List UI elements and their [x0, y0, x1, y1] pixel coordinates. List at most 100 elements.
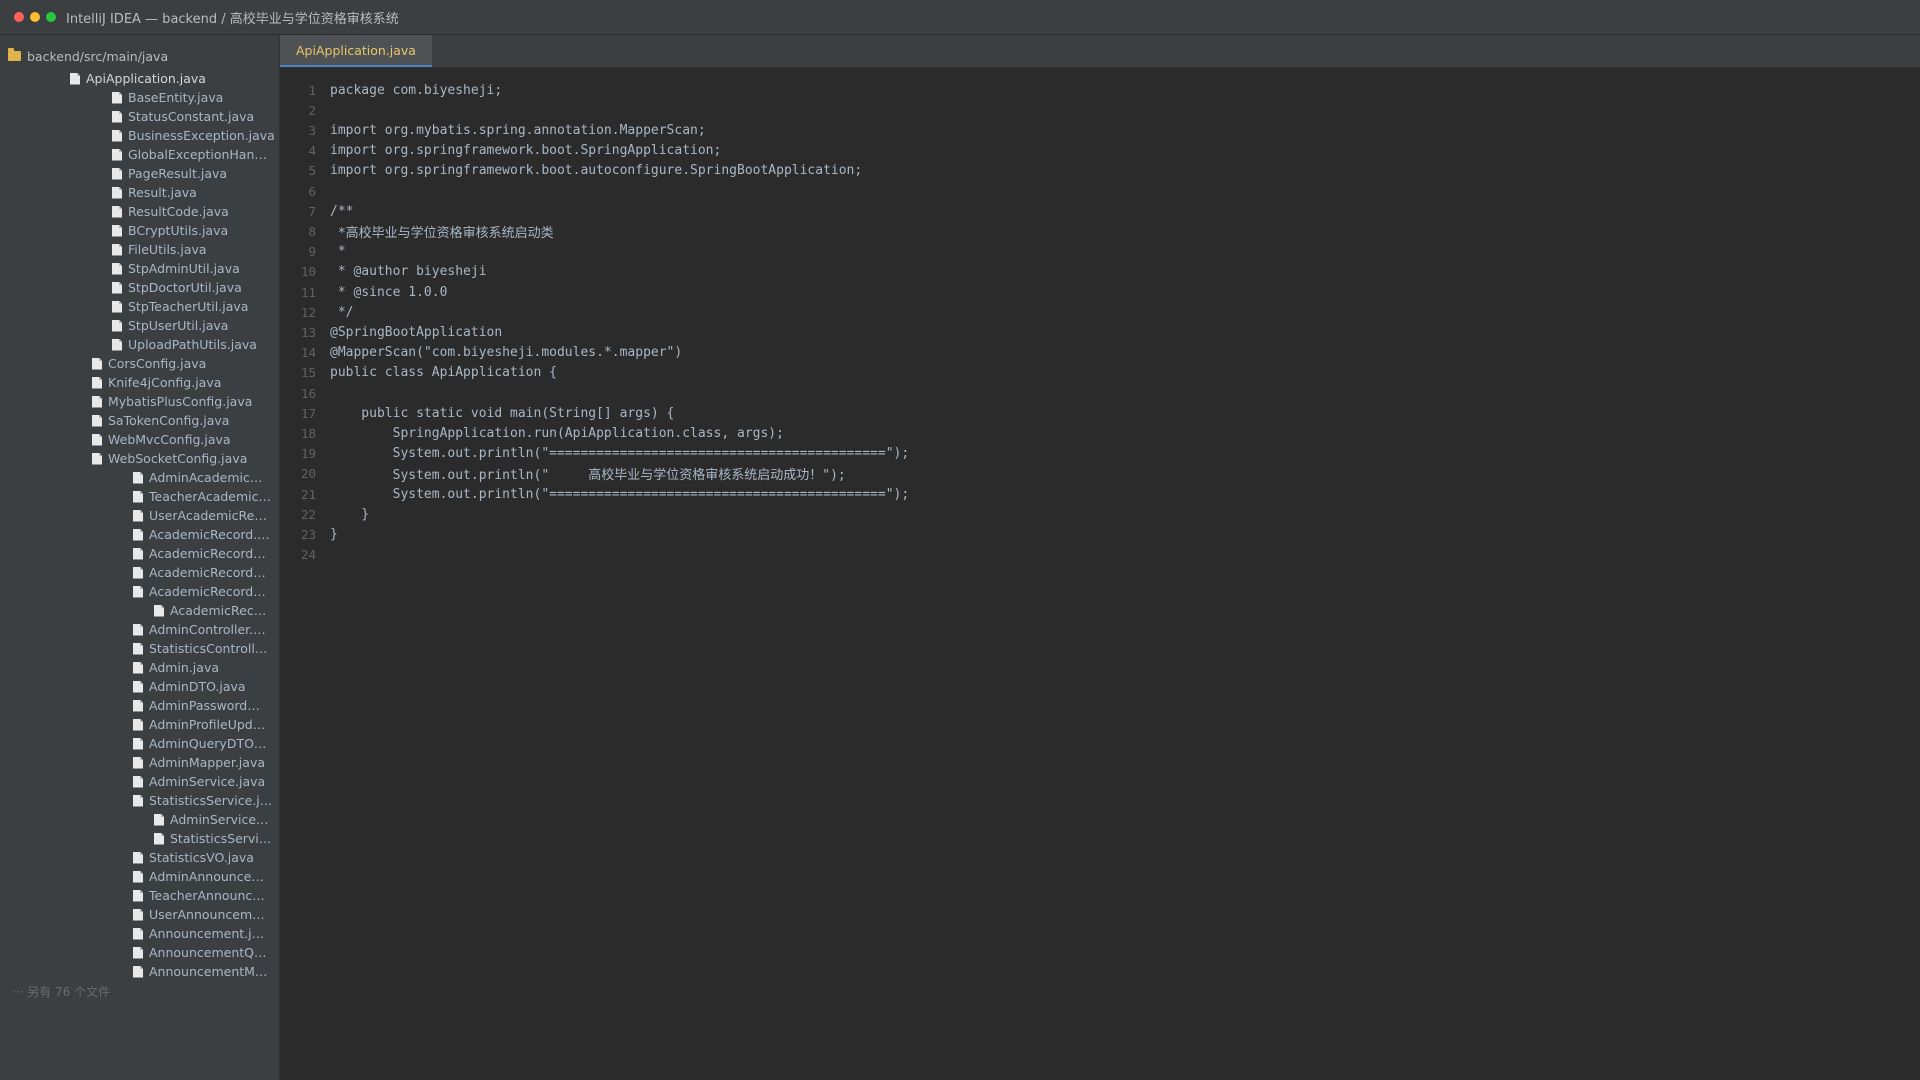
maximize-window-button[interactable] — [46, 12, 56, 22]
code-line: 11 * @since 1.0.0 — [280, 282, 1920, 302]
java-file-icon — [133, 965, 143, 978]
tree-item[interactable]: AnnouncementQ… — [133, 943, 266, 962]
code-line: 5 import org.springframework.boot.autocon… — [280, 161, 1920, 181]
tree-item[interactable]: Admin.java — [133, 658, 219, 677]
line-number: 14 — [300, 345, 316, 361]
tree-item[interactable]: AdminDTO.java — [133, 677, 246, 696]
tree-item-label: StpTeacherUtil.java — [128, 299, 249, 314]
tree-item[interactable]: StatisticsServi… — [154, 829, 271, 848]
tree-item[interactable]: SaTokenConfig.java — [92, 411, 229, 430]
tree-item[interactable]: TeacherAnnounc… — [133, 886, 265, 905]
code-line: 7 /** — [280, 201, 1920, 221]
tree-item-label: AdminService.java — [149, 774, 266, 789]
tree-item-label: StpAdminUtil.java — [128, 261, 240, 276]
tree-item[interactable]: BusinessException.java — [112, 126, 275, 145]
tree-item[interactable]: AnnouncementM… — [133, 962, 267, 981]
code-line: 2 — [280, 100, 1920, 120]
tree-item[interactable]: AdminQueryDTO… — [133, 734, 266, 753]
tree-item-label: PageResult.java — [128, 166, 228, 181]
tree-item[interactable]: AcademicRecord… — [133, 582, 266, 601]
tree-item[interactable]: AdminMapper.java — [133, 753, 265, 772]
code-text: System.out.println("====================… — [330, 446, 910, 462]
tree-item[interactable]: UserAcademicRe… — [133, 506, 267, 525]
java-file-icon — [112, 243, 122, 256]
java-file-icon — [133, 623, 143, 636]
tree-item[interactable]: UserAnnouncem… — [133, 905, 265, 924]
tree-item[interactable]: StatusConstant.java — [112, 107, 254, 126]
code-line: 17 public static void main(String[] args… — [280, 403, 1920, 423]
tree-item-label: AcademicRecord… — [149, 584, 266, 599]
tab-api-application[interactable]: ApiApplication.java — [280, 35, 432, 67]
tree-item[interactable]: WebMvcConfig.java — [92, 430, 231, 449]
code-line: 6 — [280, 181, 1920, 201]
code-line: 3 import org.mybatis.spring.annotation.Ma… — [280, 120, 1920, 140]
tree-item[interactable]: PageResult.java — [112, 164, 227, 183]
tree-item[interactable]: TeacherAcademic… — [133, 487, 271, 506]
tree-item[interactable]: BCryptUtils.java — [112, 221, 228, 240]
project-root[interactable]: backend/src/main/java — [8, 47, 168, 65]
tree-item-label: SaTokenConfig.java — [108, 413, 230, 428]
tree-item[interactable]: BaseEntity.java — [112, 88, 223, 107]
line-number: 21 — [300, 486, 316, 502]
tree-item[interactable]: FileUtils.java — [112, 240, 207, 259]
java-file-icon — [92, 452, 102, 465]
tree-item-label: FileUtils.java — [128, 242, 207, 257]
java-file-icon — [92, 357, 102, 370]
tree-item[interactable]: Announcement.j… — [133, 924, 264, 943]
tree-item-label: AdminPassword… — [149, 698, 260, 713]
tree-item[interactable]: ResultCode.java — [112, 202, 229, 221]
tree-item-label: UserAcademicRe… — [149, 508, 267, 523]
tree-item-label: StatisticsService.j… — [149, 793, 273, 808]
tree-item[interactable]: StpUserUtil.java — [112, 316, 228, 335]
tree-item[interactable]: AdminService.java — [133, 772, 265, 791]
ide-window: IntelliJ IDEA — backend / 高校毕业与学位资格审核系统 … — [0, 0, 1920, 1080]
code-line: 21 System.out.println("=================… — [280, 484, 1920, 504]
tree-item[interactable]: AdminAnnounce… — [133, 867, 264, 886]
tree-item[interactable]: AcademicRec… — [154, 601, 266, 620]
minimize-window-button[interactable] — [30, 12, 40, 22]
code-text: } — [330, 526, 338, 542]
tree-item[interactable]: AdminAcademic… — [133, 468, 262, 487]
code-line: 18 SpringApplication.run(ApiApplication.… — [280, 423, 1920, 443]
line-number: 13 — [300, 324, 316, 340]
code-line: 14 @MapperScan("com.biyesheji.modules.*.m… — [280, 343, 1920, 363]
tree-item-label: AdminQueryDTO… — [149, 736, 267, 751]
project-root-label: backend/src/main/java — [27, 48, 169, 64]
line-number: 11 — [300, 284, 316, 300]
tree-item[interactable]: AcademicRecord… — [133, 544, 266, 563]
tree-item[interactable]: Knife4jConfig.java — [92, 373, 221, 392]
tree-item[interactable]: AcademicRecord.… — [133, 525, 270, 544]
tree-item[interactable]: StpTeacherUtil.java — [112, 297, 248, 316]
tree-item[interactable]: AdminPassword… — [133, 696, 260, 715]
close-window-button[interactable] — [14, 12, 24, 22]
tree-item[interactable]: StpDoctorUtil.java — [112, 278, 242, 297]
tree-item-label: AdminService… — [170, 812, 269, 827]
tree-item[interactable]: CorsConfig.java — [92, 354, 206, 373]
tree-item[interactable]: GlobalExceptionHan… — [112, 145, 267, 164]
java-file-icon — [133, 699, 143, 712]
code-line: 23} — [280, 524, 1920, 544]
code-text: * @since 1.0.0 — [330, 284, 448, 300]
tree-item[interactable]: StatisticsService.j… — [133, 791, 272, 810]
code-text: SpringApplication.run(ApiApplication.cla… — [330, 425, 784, 441]
tree-item[interactable]: Result.java — [112, 183, 197, 202]
code-line: 20 System.out.println(" 高校毕业与学位资格审核系统启动成… — [280, 464, 1920, 484]
tree-item[interactable]: ApiApplication.java — [70, 69, 206, 88]
tree-item[interactable]: AcademicRecord… — [133, 563, 266, 582]
java-file-icon — [92, 395, 102, 408]
tree-item-label: AcademicRecord… — [149, 546, 266, 561]
tree-item[interactable]: StatisticsVO.java — [133, 848, 254, 867]
tree-item[interactable]: WebSocketConfig.java — [92, 449, 247, 468]
tree-item[interactable]: AdminController.… — [133, 620, 266, 639]
tree-item-label: UserAnnouncem… — [149, 907, 265, 922]
tree-item[interactable]: AdminProfileUpd… — [133, 715, 265, 734]
tree-item-label: AdminDTO.java — [149, 679, 246, 694]
tree-item[interactable]: StatisticsControll… — [133, 639, 267, 658]
tree-item-label: AnnouncementM… — [149, 964, 268, 979]
tree-item[interactable]: MybatisPlusConfig.java — [92, 392, 252, 411]
java-file-icon — [112, 186, 122, 199]
tree-item[interactable]: UploadPathUtils.java — [112, 335, 257, 354]
tree-item[interactable]: AdminService… — [154, 810, 269, 829]
java-file-icon — [92, 376, 102, 389]
tree-item[interactable]: StpAdminUtil.java — [112, 259, 240, 278]
